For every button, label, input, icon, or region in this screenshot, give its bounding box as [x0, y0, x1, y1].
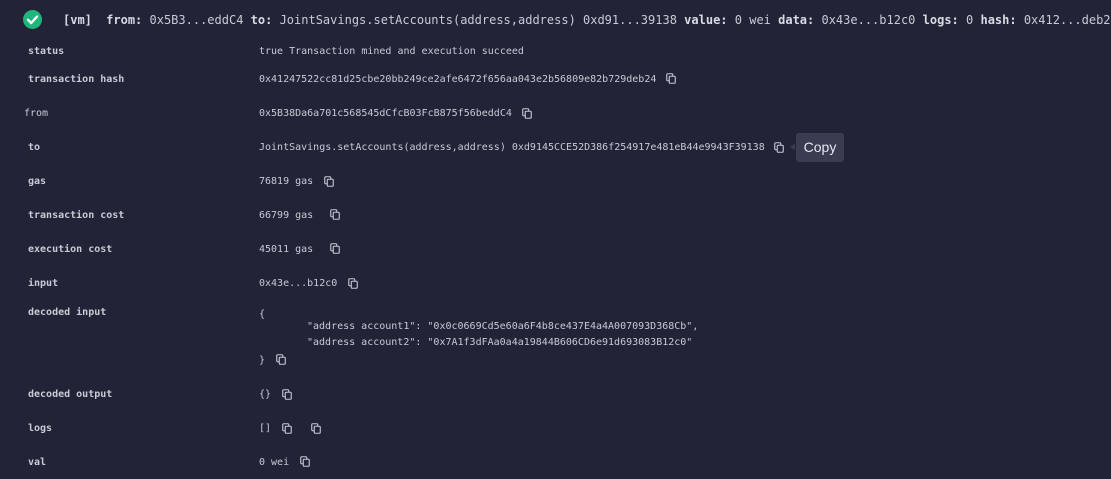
transaction-cost-value: 66799 gas: [259, 210, 314, 221]
gas-value: 76819 gas: [259, 176, 314, 187]
input-label: input: [28, 278, 59, 289]
copy-execution-cost-icon[interactable]: [330, 243, 340, 254]
from-value: 0x5B38Da6a701c568545dCfcB03FcB875f56bedd…: [259, 108, 512, 119]
summary-to-value: JointSavings.setAccounts(address,address…: [279, 13, 677, 27]
copy-val-icon[interactable]: [300, 456, 310, 467]
from-label: from: [24, 108, 49, 119]
summary-value-label: value:: [684, 13, 728, 27]
to-value: JointSavings.setAccounts(address,address…: [259, 142, 765, 153]
summary-hash-label: hash:: [980, 13, 1017, 27]
decoded-input-line-2: "address account2": "0x7A1f3dFAa0a4a1984…: [307, 337, 693, 348]
decoded-input-line-1: "address account1": "0x0c0669Cd5e60a6F4b…: [307, 321, 699, 332]
gas-label: gas: [28, 176, 47, 187]
decoded-input-close-brace: }: [259, 355, 266, 366]
copy-decoded-input-icon[interactable]: [276, 354, 286, 365]
copy-logs-icon[interactable]: [282, 423, 292, 434]
summary-value-value: 0 wei: [734, 13, 771, 27]
transaction-hash-label: transaction hash: [28, 74, 125, 85]
transaction-cost-label: transaction cost: [28, 210, 125, 221]
decoded-output-value: {}: [259, 389, 272, 400]
logs-value: []: [259, 423, 272, 434]
summary-data-value: 0x43e...b12c0: [821, 13, 916, 27]
decoded-input-open-brace: {: [259, 309, 266, 320]
execution-cost-label: execution cost: [28, 244, 113, 255]
copy-from-icon[interactable]: [522, 108, 532, 119]
summary-logs-label: logs:: [922, 13, 959, 27]
summary-hash-value: 0x412...deb24: [1023, 13, 1111, 27]
summary-logs-value: 0: [966, 13, 974, 27]
logs-label: logs: [28, 423, 53, 434]
input-value: 0x43e...b12c0: [259, 278, 338, 289]
summary-line: [vm] from: 0x5B3...eddC4 to: JointSaving…: [63, 13, 1111, 27]
to-label: to: [28, 142, 41, 153]
val-label: val: [28, 457, 47, 468]
copy-transaction-cost-icon[interactable]: [330, 209, 340, 220]
success-check-icon: [23, 10, 42, 29]
copy-decoded-output-icon[interactable]: [282, 389, 292, 400]
execution-cost-value: 45011 gas: [259, 244, 314, 255]
copy-tooltip: Copy: [796, 133, 844, 162]
summary-to-label: to:: [250, 13, 273, 27]
copy-to-icon[interactable]: [774, 142, 784, 153]
status-label: status: [28, 46, 65, 57]
transaction-hash-value: 0x41247522cc81d25cbe20bb249ce2afe6472f65…: [259, 74, 657, 85]
summary-data-label: data:: [778, 13, 815, 27]
decoded-input-label: decoded input: [28, 307, 107, 318]
val-value: 0 wei: [259, 457, 290, 468]
summary-from-value: 0x5B3...eddC4: [149, 13, 244, 27]
tooltip-arrow: [790, 144, 795, 150]
summary-from-label: from:: [106, 13, 143, 27]
copy-gas-icon[interactable]: [324, 176, 334, 187]
vm-tag: [vm]: [63, 13, 92, 27]
copy-input-icon[interactable]: [348, 278, 358, 289]
copy-transaction-hash-icon[interactable]: [666, 73, 676, 84]
decoded-output-label: decoded output: [28, 389, 113, 400]
status-value: true Transaction mined and execution suc…: [259, 46, 524, 57]
copy-logs-raw-icon[interactable]: [311, 423, 321, 434]
transaction-summary-header[interactable]: [vm] from: 0x5B3...eddC4 to: JointSaving…: [0, 0, 1111, 40]
